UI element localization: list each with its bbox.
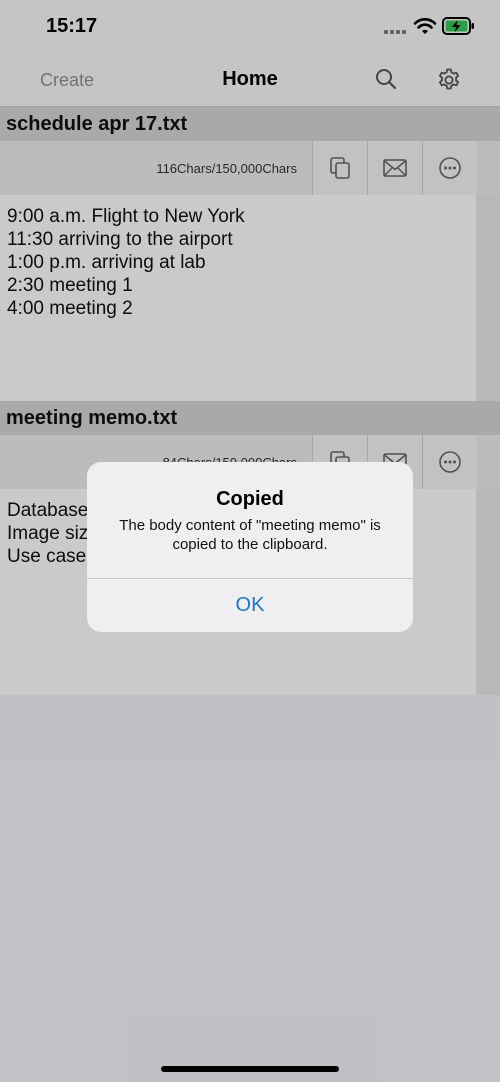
- alert-title: Copied: [216, 488, 284, 510]
- home-indicator[interactable]: [161, 1066, 339, 1072]
- alert-dialog: Copied The body content of "meeting memo…: [87, 462, 413, 632]
- ok-button[interactable]: OK: [87, 579, 413, 632]
- alert-message: The body content of "meeting memo" is co…: [119, 517, 381, 553]
